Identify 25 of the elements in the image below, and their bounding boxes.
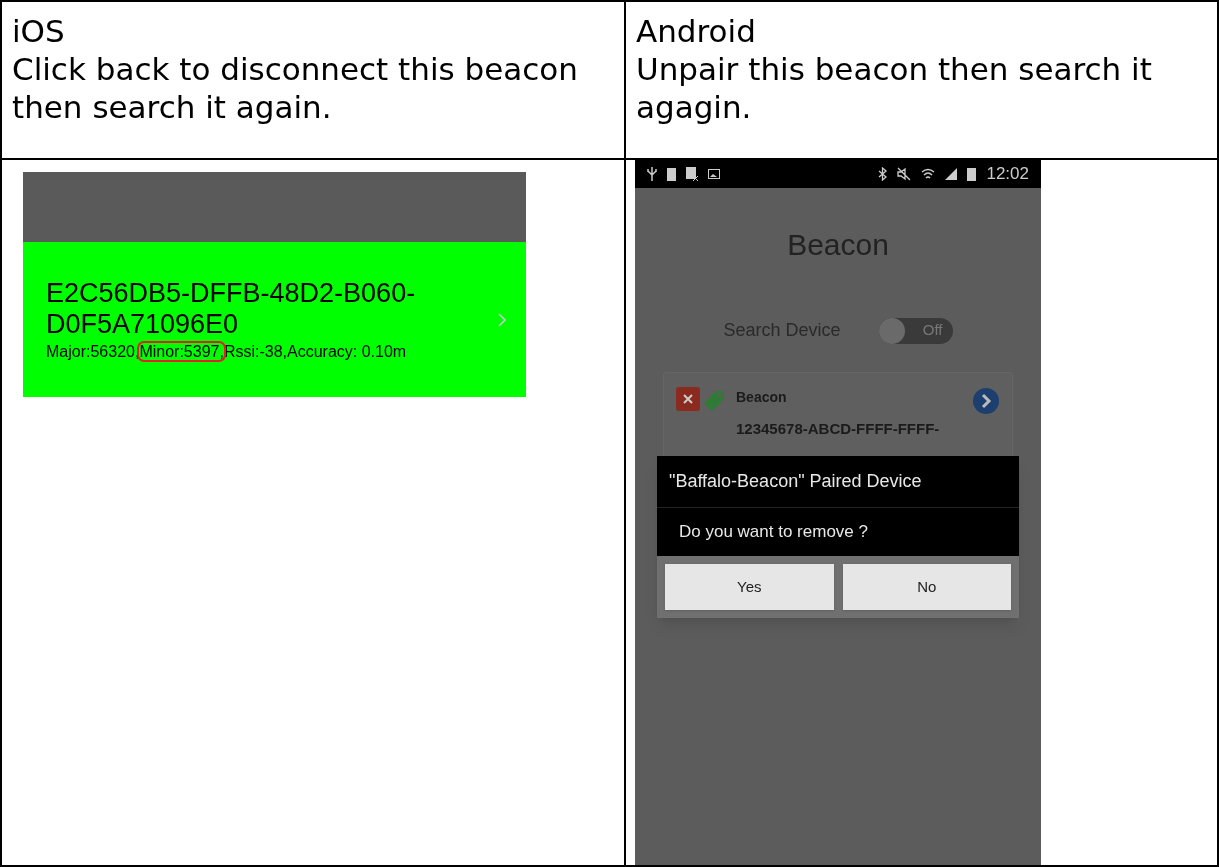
mute-icon bbox=[897, 167, 912, 181]
dialog-button[interactable]: Yes bbox=[665, 564, 834, 610]
beacon-uuid: E2C56DB5-DFFB-48D2-B060-D0F5A71096E0 bbox=[46, 278, 417, 340]
usb-icon bbox=[647, 166, 657, 182]
document-icon bbox=[686, 167, 698, 181]
platform-heading: iOS bbox=[12, 12, 66, 50]
wifi-icon bbox=[921, 167, 936, 181]
platform-heading: Android bbox=[636, 12, 757, 50]
signal-icon bbox=[945, 168, 958, 180]
bluetooth-icon bbox=[878, 167, 888, 181]
instruction-text: Click back to disconnect this beacon then search it again. bbox=[12, 50, 579, 126]
device-name: Beacon bbox=[736, 388, 788, 407]
battery-icon bbox=[967, 167, 977, 181]
dialog-title: "Baffalo-Beacon" Paired Device bbox=[657, 456, 1019, 508]
dialog-message: Do you want to remove ? bbox=[678, 521, 869, 544]
device-uuid: 12345678-ABCD-FFFF-FFFF- bbox=[736, 419, 941, 439]
delete-icon bbox=[676, 387, 700, 411]
chevron-icon bbox=[498, 312, 506, 327]
dialog-button[interactable]: No bbox=[842, 564, 1011, 610]
instruction-text: Unpair this beacon then search it agagin. bbox=[636, 50, 1153, 126]
image-icon bbox=[708, 169, 720, 179]
app-title: Beacon bbox=[787, 227, 889, 263]
status-time: 12:02 bbox=[986, 163, 1029, 186]
chevron-circle-icon bbox=[972, 387, 1000, 415]
battery-icon bbox=[667, 167, 676, 181]
